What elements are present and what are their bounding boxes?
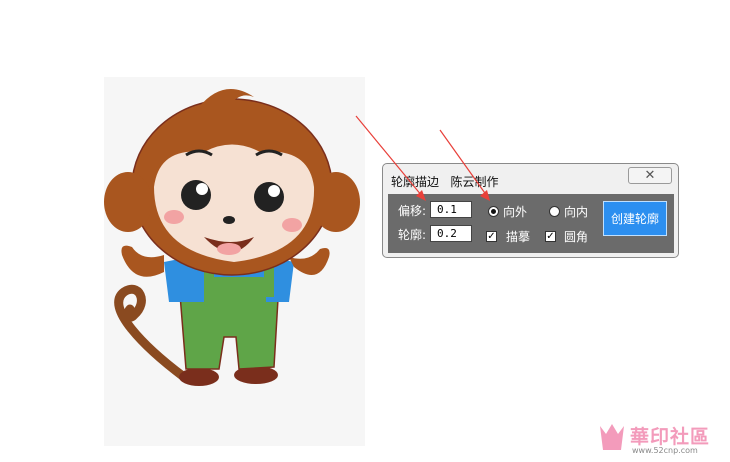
close-button[interactable]: ✕ (628, 167, 672, 184)
dialog-title: 轮廓描边 陈云制作 (391, 175, 499, 189)
offset-label: 偏移: (398, 204, 427, 218)
watermark-logo-icon (600, 424, 624, 450)
watermark: 華印社區 www.52cnp.com (598, 420, 728, 460)
trace-checkbox[interactable]: ✓ (486, 231, 497, 242)
round-label: 圆角 (564, 230, 589, 244)
round-checkbox[interactable]: ✓ (545, 231, 556, 242)
monkey-illustration (104, 89, 360, 386)
outline-label: 轮廓: (398, 228, 427, 242)
close-icon: ✕ (644, 168, 656, 183)
outline-dialog: 轮廓描边 陈云制作 ✕ 偏移: 0.1 轮廓: 0.2 向外 向内 ✓ 描摹 ✓… (382, 163, 679, 258)
trace-label: 描摹 (506, 230, 531, 244)
watermark-text: 華印社區 (630, 426, 711, 448)
create-outline-button[interactable]: 创建轮廓 (603, 201, 667, 236)
outward-label: 向外 (503, 205, 528, 219)
settings-panel: 偏移: 0.1 轮廓: 0.2 向外 向内 ✓ 描摹 ✓ 圆角 创建轮廓 (388, 194, 674, 253)
outline-field[interactable]: 0.2 (430, 225, 472, 242)
inward-radio[interactable] (549, 206, 560, 217)
inward-label: 向内 (564, 205, 589, 219)
watermark-url: www.52cnp.com (632, 446, 698, 455)
outward-radio[interactable] (488, 206, 499, 217)
offset-field[interactable]: 0.1 (430, 201, 472, 218)
